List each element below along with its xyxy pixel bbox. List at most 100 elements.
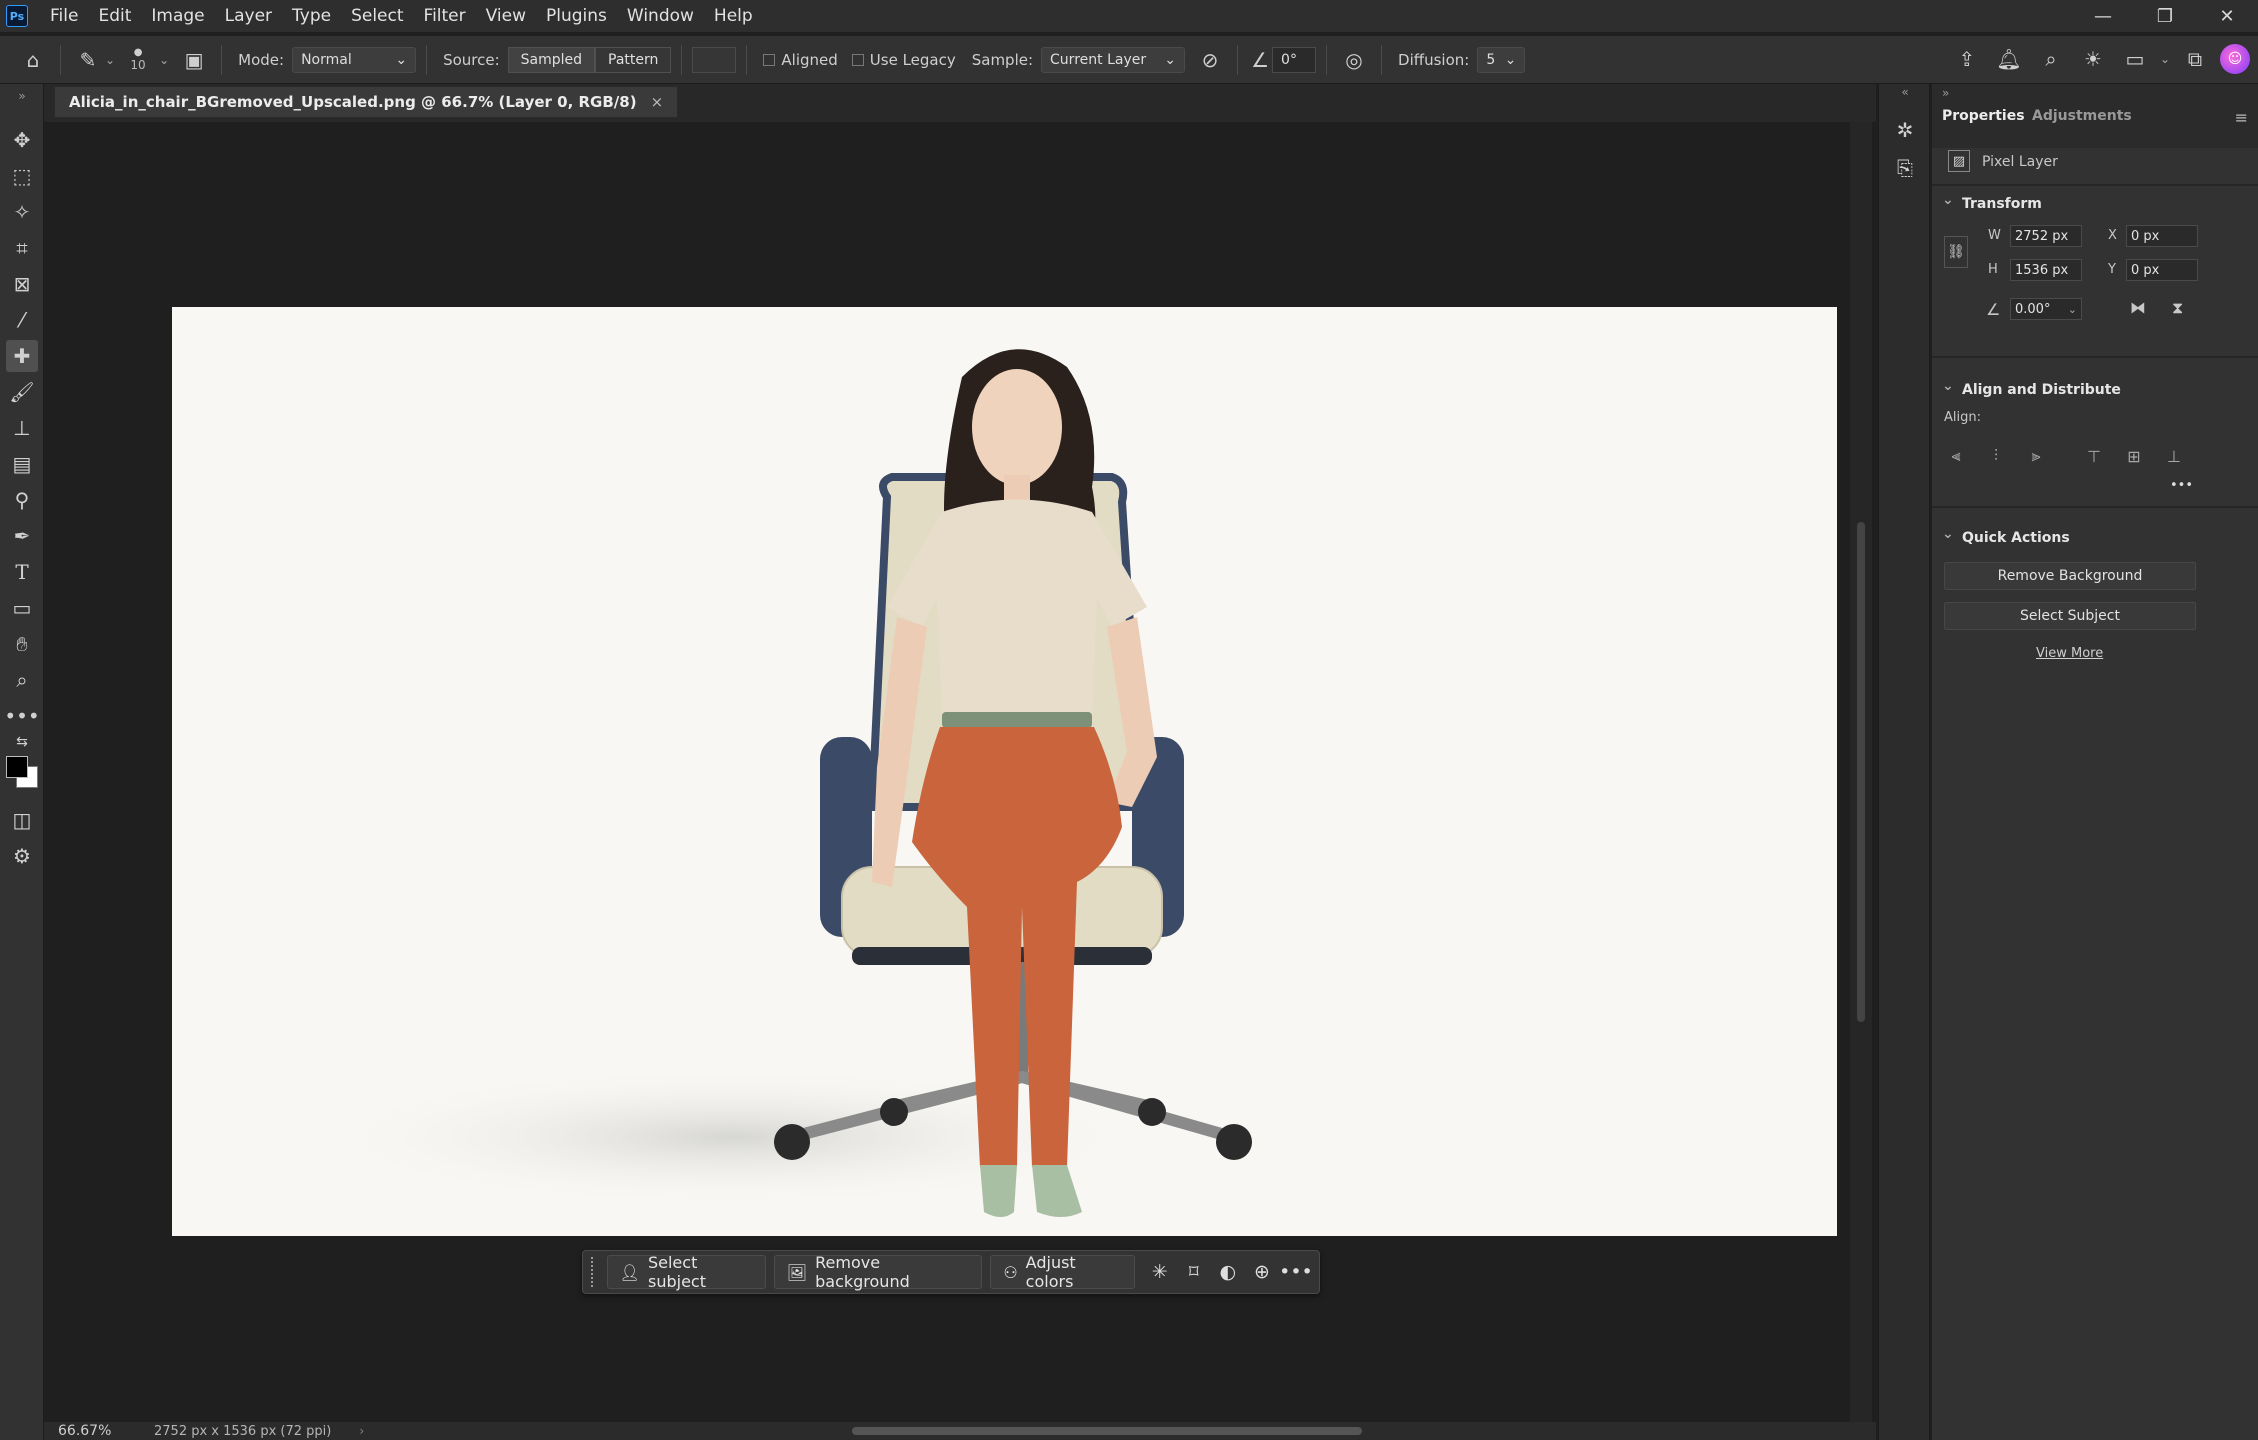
- color-swatches[interactable]: [6, 756, 42, 792]
- menu-type[interactable]: Type: [282, 0, 341, 32]
- chevron-down-icon[interactable]: ⌄: [105, 53, 115, 67]
- vertical-scrollbar[interactable]: [1850, 122, 1872, 1422]
- search-icon[interactable]: ⌕: [2034, 42, 2068, 76]
- cloud-documents-icon[interactable]: ⧉: [2178, 42, 2212, 76]
- view-more-link[interactable]: View More: [2036, 646, 2103, 661]
- quick-mask-icon[interactable]: ◫: [6, 804, 38, 836]
- panel-menu-icon[interactable]: ≡: [2235, 108, 2248, 127]
- tab-properties[interactable]: Properties: [1942, 108, 2025, 124]
- horizontal-scrollbar-thumb[interactable]: [852, 1427, 1362, 1435]
- menu-image[interactable]: Image: [141, 0, 214, 32]
- pressure-size-icon[interactable]: ◎: [1337, 43, 1371, 77]
- tab-adjustments[interactable]: Adjustments: [2032, 108, 2132, 124]
- align-more-icon[interactable]: •••: [2170, 478, 2193, 493]
- menu-edit[interactable]: Edit: [88, 0, 141, 32]
- discover-lightbulb-icon[interactable]: ☀: [2076, 42, 2110, 76]
- bell-icon[interactable]: 🔔︎: [1992, 42, 2026, 76]
- aligned-checkbox[interactable]: [763, 53, 776, 66]
- sparkle-icon[interactable]: ✳: [1143, 1255, 1177, 1289]
- avatar[interactable]: ☺: [2220, 44, 2250, 74]
- move-tool-icon[interactable]: ✥: [6, 124, 38, 156]
- chevron-down-icon[interactable]: ⌄: [159, 53, 169, 67]
- rectangle-tool-icon[interactable]: ▭: [6, 592, 38, 624]
- zoom-tool-icon[interactable]: ⌕: [6, 664, 38, 696]
- menu-plugins[interactable]: Plugins: [536, 0, 617, 32]
- menu-window[interactable]: Window: [617, 0, 704, 32]
- rotation-input[interactable]: 0.00° ⌄: [2010, 298, 2082, 320]
- menu-file[interactable]: File: [40, 0, 88, 32]
- discover-icon[interactable]: ✲: [1889, 114, 1921, 146]
- restore-icon[interactable]: ❐: [2134, 0, 2196, 32]
- workspace-icon[interactable]: ▭: [2118, 42, 2152, 76]
- flip-vertical-icon[interactable]: ⧗: [2172, 298, 2183, 318]
- transform-icon[interactable]: ⌑: [1177, 1255, 1211, 1289]
- chevron-right-icon[interactable]: ›: [359, 1424, 364, 1438]
- ignore-adjustment-layers-icon[interactable]: ⊘: [1193, 43, 1227, 77]
- y-input[interactable]: 0 px: [2126, 259, 2198, 281]
- contrast-icon[interactable]: ◐: [1211, 1255, 1245, 1289]
- align-center-horizontal-icon[interactable]: ⫶: [1984, 444, 2008, 468]
- crop-tool-icon[interactable]: ⌗: [6, 232, 38, 264]
- sample-select[interactable]: Current Layer ⌄: [1041, 46, 1186, 73]
- remove-background-quick-button[interactable]: Remove Background: [1944, 562, 2196, 590]
- taskbar-drag-handle[interactable]: [591, 1257, 599, 1287]
- more-tools-icon[interactable]: •••: [4, 700, 39, 732]
- brush-tool-icon[interactable]: 🖌︎: [6, 376, 38, 408]
- pen-tool-icon[interactable]: ✒: [6, 520, 38, 552]
- vertical-scrollbar-thumb[interactable]: [1857, 522, 1865, 1022]
- foreground-color-swatch[interactable]: [6, 756, 28, 778]
- add-adjustment-icon[interactable]: ⊕: [1245, 1255, 1279, 1289]
- document-tab[interactable]: Alicia_in_chair_BGremoved_Upscaled.png @…: [54, 86, 679, 118]
- dodge-tool-icon[interactable]: ⚲: [6, 484, 38, 516]
- menu-view[interactable]: View: [476, 0, 536, 32]
- align-bottom-icon[interactable]: ⊥: [2162, 444, 2186, 468]
- brush-size-picker[interactable]: ● 10: [125, 47, 151, 72]
- align-top-icon[interactable]: ⊤: [2082, 444, 2106, 468]
- height-input[interactable]: 1536 px: [2010, 259, 2082, 281]
- healing-brush-preset-icon[interactable]: ✎: [71, 43, 105, 77]
- chevron-down-icon[interactable]: ⌄: [2160, 52, 2170, 66]
- diffusion-select[interactable]: 5 ⌄: [1477, 46, 1526, 73]
- remove-background-button[interactable]: 🖼︎ Remove background: [773, 1253, 983, 1291]
- menu-layer[interactable]: Layer: [215, 0, 282, 32]
- align-middle-vertical-icon[interactable]: ⊞: [2122, 444, 2146, 468]
- align-left-icon[interactable]: ⫷: [1944, 444, 1968, 468]
- mode-select[interactable]: Normal ⌄: [292, 46, 417, 73]
- link-icon[interactable]: ⛓: [1944, 236, 1968, 268]
- close-window-icon[interactable]: ✕: [2196, 0, 2258, 32]
- quick-actions-section-title[interactable]: Quick Actions: [1942, 526, 2070, 546]
- source-sampled-button[interactable]: Sampled: [507, 46, 596, 73]
- home-icon[interactable]: ⌂: [16, 43, 50, 77]
- source-pattern-button[interactable]: Pattern: [595, 46, 672, 73]
- menu-filter[interactable]: Filter: [414, 0, 476, 32]
- share-icon[interactable]: ⇪: [1950, 42, 1984, 76]
- quick-selection-tool-icon[interactable]: ✧: [6, 196, 38, 228]
- eyedropper-tool-icon[interactable]: ⁄: [6, 304, 38, 336]
- expand-toolbar-icon[interactable]: »: [6, 88, 38, 104]
- history-icon[interactable]: ⎘: [1889, 152, 1921, 184]
- menu-help[interactable]: Help: [704, 0, 763, 32]
- width-input[interactable]: 2752 px: [2010, 225, 2082, 247]
- brush-settings-icon[interactable]: ▣: [177, 43, 211, 77]
- frame-tool-icon[interactable]: ⊠: [6, 268, 38, 300]
- healing-brush-tool-icon[interactable]: ✚: [6, 340, 38, 372]
- marquee-tool-icon[interactable]: ⬚: [6, 160, 38, 192]
- select-subject-button[interactable]: 👤︎ Select subject: [606, 1253, 766, 1291]
- menu-select[interactable]: Select: [341, 0, 413, 32]
- adjust-colors-button[interactable]: ⚇ Adjust colors: [990, 1253, 1135, 1291]
- canvas-area[interactable]: [54, 122, 1850, 1422]
- align-right-icon[interactable]: ⫸: [2024, 444, 2048, 468]
- expand-panel-icon[interactable]: »: [1942, 86, 1949, 100]
- type-tool-icon[interactable]: T: [6, 556, 38, 588]
- align-section-title[interactable]: Align and Distribute: [1942, 378, 2121, 398]
- clone-stamp-tool-icon[interactable]: ⊥: [6, 412, 38, 444]
- gradient-tool-icon[interactable]: ▤: [6, 448, 38, 480]
- close-tab-icon[interactable]: ×: [651, 93, 664, 111]
- document-canvas[interactable]: [172, 307, 1837, 1236]
- pattern-picker[interactable]: [692, 46, 737, 73]
- hand-tool-icon[interactable]: ✋︎: [6, 628, 38, 660]
- collapse-panels-icon[interactable]: «: [1889, 84, 1921, 100]
- use-legacy-checkbox[interactable]: [851, 53, 864, 66]
- flip-horizontal-icon[interactable]: ⧓: [2130, 298, 2146, 317]
- swap-colors-icon[interactable]: ⇆: [6, 732, 38, 752]
